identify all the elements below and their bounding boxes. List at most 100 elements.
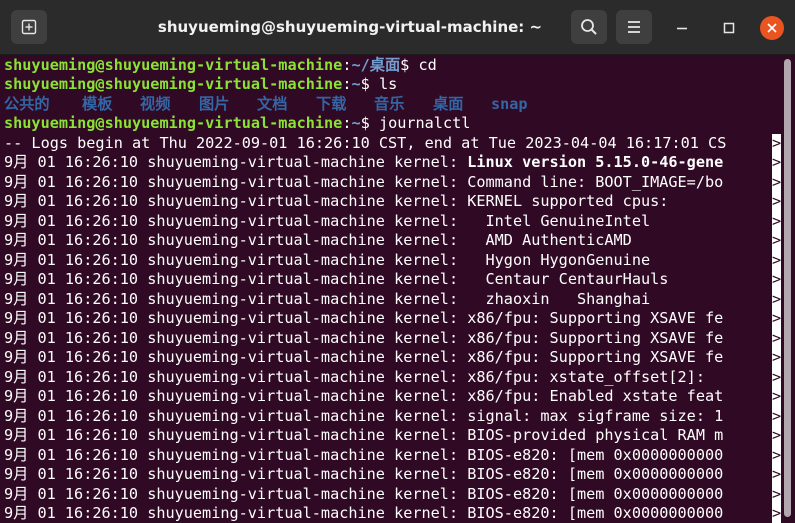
log-line: 9月 01 16:26:10 shuyueming-virtual-machin…: [4, 368, 705, 388]
command-text: journalctl: [378, 114, 471, 132]
new-tab-button[interactable]: [11, 10, 47, 44]
directory-entry: 下载: [316, 94, 347, 113]
log-message: BIOS-e820: [mem 0x0000000000: [467, 484, 724, 503]
prompt-line: shuyueming@shuyueming-virtual-machine:~$…: [4, 114, 470, 134]
log-prefix: 9月 01 16:26:10 shuyueming-virtual-machin…: [4, 192, 468, 210]
truncation-marker-glyph: >: [772, 153, 781, 171]
search-button[interactable]: [571, 10, 607, 44]
truncation-marker: >: [772, 309, 781, 329]
truncation-marker: >: [772, 367, 781, 387]
minimize-button[interactable]: [670, 16, 694, 40]
log-line: 9月 01 16:26:10 shuyueming-virtual-machin…: [4, 251, 650, 271]
truncation-marker-glyph: >: [772, 465, 781, 483]
ls-output: 公共的 模板 视频 图片 文档 下载 音乐 桌面 snap: [4, 95, 764, 115]
truncation-marker-glyph: >: [772, 387, 781, 405]
prompt-user-host: shuyueming@shuyueming-virtual-machine: [4, 55, 343, 74]
truncation-marker: >: [772, 250, 781, 270]
prompt-path: ~: [351, 114, 361, 132]
log-line: 9月 01 16:26:10 shuyueming-virtual-machin…: [4, 173, 723, 193]
truncation-marker-glyph: >: [772, 192, 781, 210]
log-message: Linux version 5.15.0-46-gene: [467, 153, 724, 171]
window-title: shuyueming@shuyueming-virtual-machine: ~: [157, 18, 543, 36]
truncation-marker-glyph: >: [772, 504, 781, 522]
truncation-marker: >: [772, 153, 781, 173]
prompt-path: ~: [351, 75, 361, 93]
truncation-marker-glyph: >: [772, 270, 781, 288]
log-prefix: 9月 01 16:26:10 shuyueming-virtual-machin…: [4, 153, 468, 171]
directory-entry: 文档: [257, 94, 288, 113]
log-prefix: 9月 01 16:26:10 shuyueming-virtual-machin…: [4, 309, 468, 327]
truncation-marker: >: [772, 445, 781, 465]
header-bar: shuyueming@shuyueming-virtual-machine: ~: [0, 0, 795, 55]
truncation-marker: >: [772, 484, 781, 504]
log-header-line: -- Logs begin at Thu 2022-09-01 16:26:10…: [4, 134, 726, 154]
truncation-marker: >: [772, 406, 781, 426]
prompt-path: ~/桌面: [351, 55, 401, 74]
directory-entry: 公共的: [4, 94, 50, 113]
log-prefix: 9月 01 16:26:10 shuyueming-virtual-machin…: [4, 270, 468, 288]
log-prefix: 9月 01 16:26:10 shuyueming-virtual-machin…: [4, 367, 468, 386]
log-message: BIOS-e820: [mem 0x0000000000: [467, 445, 724, 464]
log-message: BIOS-e820: [mem 0x0000000000: [467, 465, 724, 483]
close-button[interactable]: [760, 16, 784, 40]
truncation-marker: >: [772, 426, 781, 446]
log-prefix: 9月 01 16:26:10 shuyueming-virtual-machin…: [4, 250, 468, 269]
log-line: 9月 01 16:26:10 shuyueming-virtual-machin…: [4, 407, 723, 427]
truncation-marker-glyph: >: [772, 328, 781, 347]
truncation-marker: >: [772, 465, 781, 485]
log-prefix: 9月 01 16:26:10 shuyueming-virtual-machin…: [4, 289, 468, 308]
log-message: BIOS-provided physical RAM m: [467, 426, 724, 444]
truncation-marker-glyph: >: [772, 309, 781, 327]
log-line: 9月 01 16:26:10 shuyueming-virtual-machin…: [4, 504, 723, 523]
truncation-marker-glyph: >: [772, 231, 781, 249]
log-line: 9月 01 16:26:10 shuyueming-virtual-machin…: [4, 387, 723, 407]
log-prefix: 9月 01 16:26:10 shuyueming-virtual-machin…: [4, 484, 468, 503]
command-text: cd: [418, 55, 437, 74]
log-prefix: 9月 01 16:26:10 shuyueming-virtual-machin…: [4, 211, 468, 230]
log-line: 9月 01 16:26:10 shuyueming-virtual-machin…: [4, 446, 723, 466]
log-line: 9月 01 16:26:10 shuyueming-virtual-machin…: [4, 212, 650, 232]
truncation-marker: >: [772, 504, 781, 523]
prompt-dollar: $: [360, 75, 379, 93]
log-prefix: 9月 01 16:26:10 shuyueming-virtual-machin…: [4, 426, 468, 444]
prompt-user-host: shuyueming@shuyueming-virtual-machine: [4, 75, 343, 93]
truncation-marker: >: [772, 211, 781, 231]
directory-entry: 桌面: [433, 94, 464, 113]
truncation-marker-glyph: >: [772, 406, 781, 425]
directory-entry: 图片: [199, 94, 230, 113]
truncation-marker: >: [772, 387, 781, 407]
terminal-output[interactable]: shuyueming@shuyueming-virtual-machine:~/…: [0, 55, 781, 523]
log-line: 9月 01 16:26:10 shuyueming-virtual-machin…: [4, 192, 668, 212]
log-message: x86/fpu: Supporting XSAVE fe: [467, 348, 724, 366]
prompt-user-host: shuyueming@shuyueming-virtual-machine: [4, 114, 343, 132]
directory-entry: 视频: [140, 94, 171, 113]
menu-button[interactable]: [616, 10, 652, 44]
log-message: x86/fpu: xstate_offset[2]:: [467, 367, 705, 386]
log-line: 9月 01 16:26:10 shuyueming-virtual-machin…: [4, 153, 723, 173]
log-message: signal: max sigframe size: 1: [467, 406, 724, 425]
log-prefix: 9月 01 16:26:10 shuyueming-virtual-machin…: [4, 445, 468, 464]
truncation-marker: >: [772, 133, 781, 153]
log-message: Intel GenuineIntel: [467, 211, 651, 230]
log-message: BIOS-e820: [mem 0x0000000000: [467, 504, 724, 522]
scrollbar-thumb[interactable]: [784, 59, 791, 517]
truncation-marker-glyph: >: [772, 445, 781, 464]
log-line: 9月 01 16:26:10 shuyueming-virtual-machin…: [4, 348, 723, 368]
log-message: KERNEL supported cpus:: [467, 192, 669, 210]
log-line: 9月 01 16:26:10 shuyueming-virtual-machin…: [4, 231, 632, 251]
prompt-dollar: $: [360, 114, 379, 132]
log-message: Centaur CentaurHauls: [467, 270, 669, 288]
maximize-button[interactable]: [717, 16, 741, 40]
log-header-text: -- Logs begin at Thu 2022-09-01 16:26:10…: [4, 133, 727, 152]
scrollbar[interactable]: [781, 55, 795, 523]
prompt-line: shuyueming@shuyueming-virtual-machine:~$…: [4, 75, 397, 95]
log-line: 9月 01 16:26:10 shuyueming-virtual-machin…: [4, 309, 723, 329]
log-message: zhaoxin Shanghai: [467, 289, 651, 308]
log-prefix: 9月 01 16:26:10 shuyueming-virtual-machin…: [4, 465, 468, 483]
log-prefix: 9月 01 16:26:10 shuyueming-virtual-machin…: [4, 406, 468, 425]
log-message: x86/fpu: Enabled xstate feat: [467, 387, 724, 405]
prompt-line: shuyueming@shuyueming-virtual-machine:~/…: [4, 56, 437, 76]
truncation-marker-glyph: >: [772, 250, 781, 269]
log-prefix: 9月 01 16:26:10 shuyueming-virtual-machin…: [4, 348, 468, 366]
directory-entry: snap: [491, 94, 528, 113]
